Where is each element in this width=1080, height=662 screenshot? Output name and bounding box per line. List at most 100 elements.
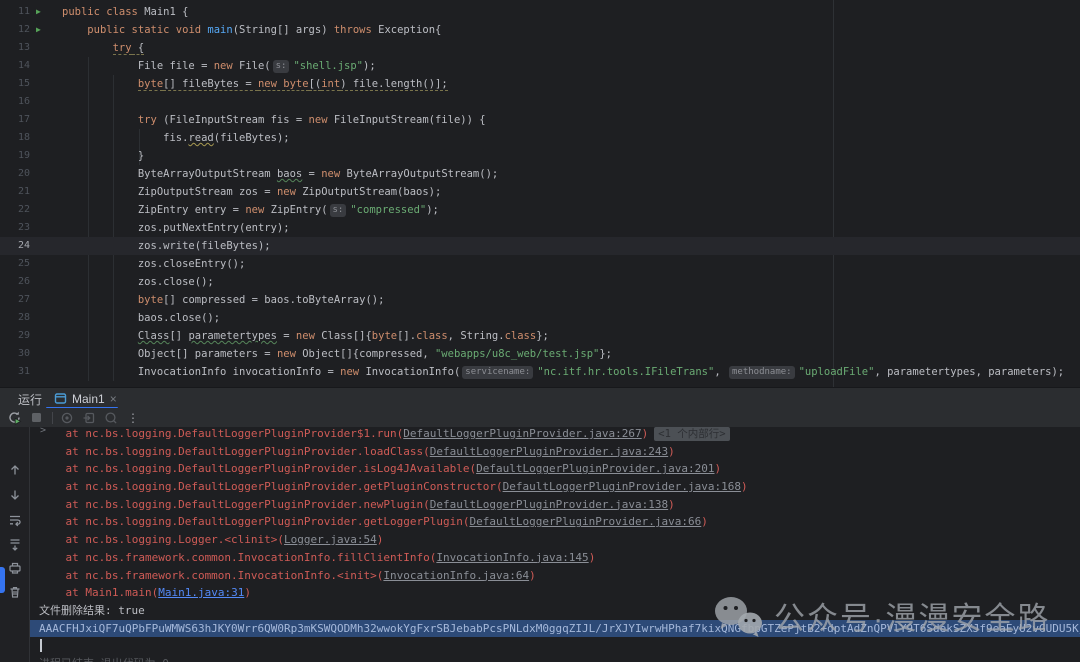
active-tool-window-stripe[interactable] — [0, 567, 5, 593]
line-number: 19 — [0, 147, 30, 165]
code-line-23[interactable]: 23 zos.putNextEntry(entry); — [0, 219, 1080, 237]
code-line-30[interactable]: 30 Object[] parameters = new Object[]{co… — [0, 345, 1080, 363]
jump-to-source-icon[interactable] — [81, 410, 97, 426]
line-number: 16 — [0, 93, 30, 111]
toolbar-divider — [52, 412, 53, 424]
stack-trace-link[interactable]: Logger.java:54 — [284, 533, 377, 546]
code-line-13[interactable]: 13 try { — [0, 39, 1080, 57]
console-output[interactable]: at nc.bs.logging.DefaultLoggerPluginProv… — [30, 425, 1080, 662]
code-line-26[interactable]: 26 zos.close(); — [0, 273, 1080, 291]
line-number: 28 — [0, 309, 30, 327]
run-gutter-icon[interactable]: ▶ — [36, 3, 48, 21]
console-line: at nc.bs.framework.common.InvocationInfo… — [30, 549, 1080, 567]
folded-frames-badge[interactable]: <1 个内部行> — [654, 427, 729, 441]
stack-trace-link[interactable]: DefaultLoggerPluginProvider.java:168 — [503, 480, 741, 493]
line-number: 21 — [0, 183, 30, 201]
code-text: } — [62, 147, 144, 165]
console-line: at nc.bs.framework.common.InvocationInfo… — [30, 567, 1080, 585]
line-number: 29 — [0, 327, 30, 345]
code-line-28[interactable]: 28 baos.close(); — [0, 309, 1080, 327]
code-text: try (FileInputStream fis = new FileInput… — [62, 111, 486, 129]
code-line-15[interactable]: 15 byte[] fileBytes = new byte[(int) fil… — [0, 75, 1080, 93]
line-number: 12 — [0, 21, 30, 39]
inlay-hint: servicename: — [462, 366, 533, 379]
run-tab-main1[interactable]: Main1 × — [46, 388, 125, 409]
stack-trace-link[interactable]: InvocationInfo.java:145 — [436, 551, 588, 564]
code-text: Object[] parameters = new Object[]{compr… — [62, 345, 612, 363]
console-line: at Main1.main(Main1.java:31) — [30, 584, 1080, 602]
scroll-to-end-icon[interactable] — [8, 537, 23, 552]
code-text: zos.write(fileBytes); — [62, 237, 271, 255]
code-text: Class[] parametertypes = new Class[]{byt… — [62, 327, 549, 345]
line-number: 17 — [0, 111, 30, 129]
code-line-17[interactable]: 17 try (FileInputStream fis = new FileIn… — [0, 111, 1080, 129]
console-line: at nc.bs.logging.Logger.<clinit>(Logger.… — [30, 531, 1080, 549]
selected-output-line[interactable]: AAACFHJxiQF7uQPbFPuWMWS63hJKY0Wrr6QW0Rp3… — [30, 620, 1080, 638]
console-line: at nc.bs.logging.DefaultLoggerPluginProv… — [30, 478, 1080, 496]
code-line-29[interactable]: 29 Class[] parametertypes = new Class[]{… — [0, 327, 1080, 345]
console-line: at nc.bs.logging.DefaultLoggerPluginProv… — [30, 513, 1080, 531]
code-line-12[interactable]: 12 ▶ public static void main(String[] arg… — [0, 21, 1080, 39]
stack-trace-link[interactable]: DefaultLoggerPluginProvider.java:66 — [469, 515, 701, 528]
stack-trace-link[interactable]: DefaultLoggerPluginProvider.java:201 — [476, 462, 714, 475]
code-line-24[interactable]: 24 zos.write(fileBytes); — [0, 237, 1080, 255]
down-stack-trace-icon[interactable] — [8, 488, 23, 503]
code-line-25[interactable]: 25 zos.closeEntry(); — [0, 255, 1080, 273]
line-number: 22 — [0, 201, 30, 219]
line-number: 14 — [0, 57, 30, 75]
code-text: File file = new File(s:"shell.jsp"); — [62, 57, 376, 75]
run-gutter-icon[interactable]: ▶ — [36, 21, 48, 39]
code-line-11[interactable]: 11▶public class Main1 { — [0, 3, 1080, 21]
coverage-icon[interactable] — [59, 410, 75, 426]
line-number: 18 — [0, 129, 30, 147]
close-icon[interactable]: × — [110, 392, 117, 406]
ide-window: 11▶public class Main1 {12 ▶ public static… — [0, 0, 1080, 662]
line-number: 24 — [0, 237, 30, 255]
code-text: ZipEntry entry = new ZipEntry(s:"compres… — [62, 201, 439, 219]
code-line-19[interactable]: 19 } — [0, 147, 1080, 165]
more-options-icon[interactable]: ⋮ — [127, 411, 139, 425]
code-line-18[interactable]: 18 fis.read(fileBytes); — [0, 129, 1080, 147]
console-left-toolbar — [0, 427, 30, 662]
stop-icon[interactable] — [28, 410, 44, 426]
code-line-14[interactable]: 14 File file = new File(s:"shell.jsp"); — [0, 57, 1080, 75]
code-editor[interactable]: 11▶public class Main1 {12 ▶ public static… — [0, 0, 1080, 387]
code-line-27[interactable]: 27 byte[] compressed = baos.toByteArray(… — [0, 291, 1080, 309]
clear-all-icon[interactable] — [8, 585, 23, 600]
console-line: 进程已结束,退出代码为 0 — [30, 655, 1080, 662]
line-number: 25 — [0, 255, 30, 273]
line-number: 31 — [0, 363, 30, 381]
stack-trace-link[interactable]: DefaultLoggerPluginProvider.java:267 — [403, 427, 641, 440]
console-line: at nc.bs.logging.DefaultLoggerPluginProv… — [30, 496, 1080, 514]
stack-trace-link[interactable]: DefaultLoggerPluginProvider.java:243 — [430, 445, 668, 458]
console-tab-icon — [54, 392, 67, 405]
code-line-21[interactable]: 21 ZipOutputStream zos = new ZipOutputSt… — [0, 183, 1080, 201]
rerun-icon[interactable] — [6, 410, 22, 426]
run-panel-title: 运行 — [18, 391, 42, 408]
code-line-22[interactable]: 22 ZipEntry entry = new ZipEntry(s:"comp… — [0, 201, 1080, 219]
console-line: at nc.bs.logging.DefaultLoggerPluginProv… — [30, 460, 1080, 478]
stack-trace-link[interactable]: DefaultLoggerPluginProvider.java:138 — [430, 498, 668, 511]
console-line: at nc.bs.logging.DefaultLoggerPluginProv… — [30, 443, 1080, 461]
code-text: byte[] fileBytes = new byte[(int) file.l… — [62, 75, 448, 93]
stack-trace-link[interactable]: Main1.java:31 — [158, 586, 244, 599]
code-text: zos.closeEntry(); — [62, 255, 245, 273]
text-caret — [40, 639, 42, 652]
code-text: try { — [62, 39, 144, 57]
print-icon[interactable] — [8, 561, 23, 576]
up-stack-trace-icon[interactable] — [8, 463, 23, 478]
console-line — [30, 637, 1080, 655]
code-line-31[interactable]: 31 InvocationInfo invocationInfo = new I… — [0, 363, 1080, 381]
code-line-16[interactable]: 16 — [0, 93, 1080, 111]
line-number: 13 — [0, 39, 30, 57]
code-line-20[interactable]: 20 ByteArrayOutputStream baos = new Byte… — [0, 165, 1080, 183]
code-text: fis.read(fileBytes); — [62, 129, 290, 147]
console-line: at nc.bs.logging.DefaultLoggerPluginProv… — [30, 425, 1080, 443]
code-text: public static void main(String[] args) t… — [62, 21, 441, 39]
run-tool-window: 运行 Main1 × — [0, 387, 1080, 662]
code-text: byte[] compressed = baos.toByteArray(); — [62, 291, 384, 309]
no-results-icon[interactable] — [103, 410, 119, 426]
stack-trace-link[interactable]: InvocationInfo.java:64 — [383, 569, 529, 582]
code-text: InvocationInfo invocationInfo = new Invo… — [62, 363, 1064, 381]
soft-wrap-icon[interactable] — [8, 513, 23, 528]
